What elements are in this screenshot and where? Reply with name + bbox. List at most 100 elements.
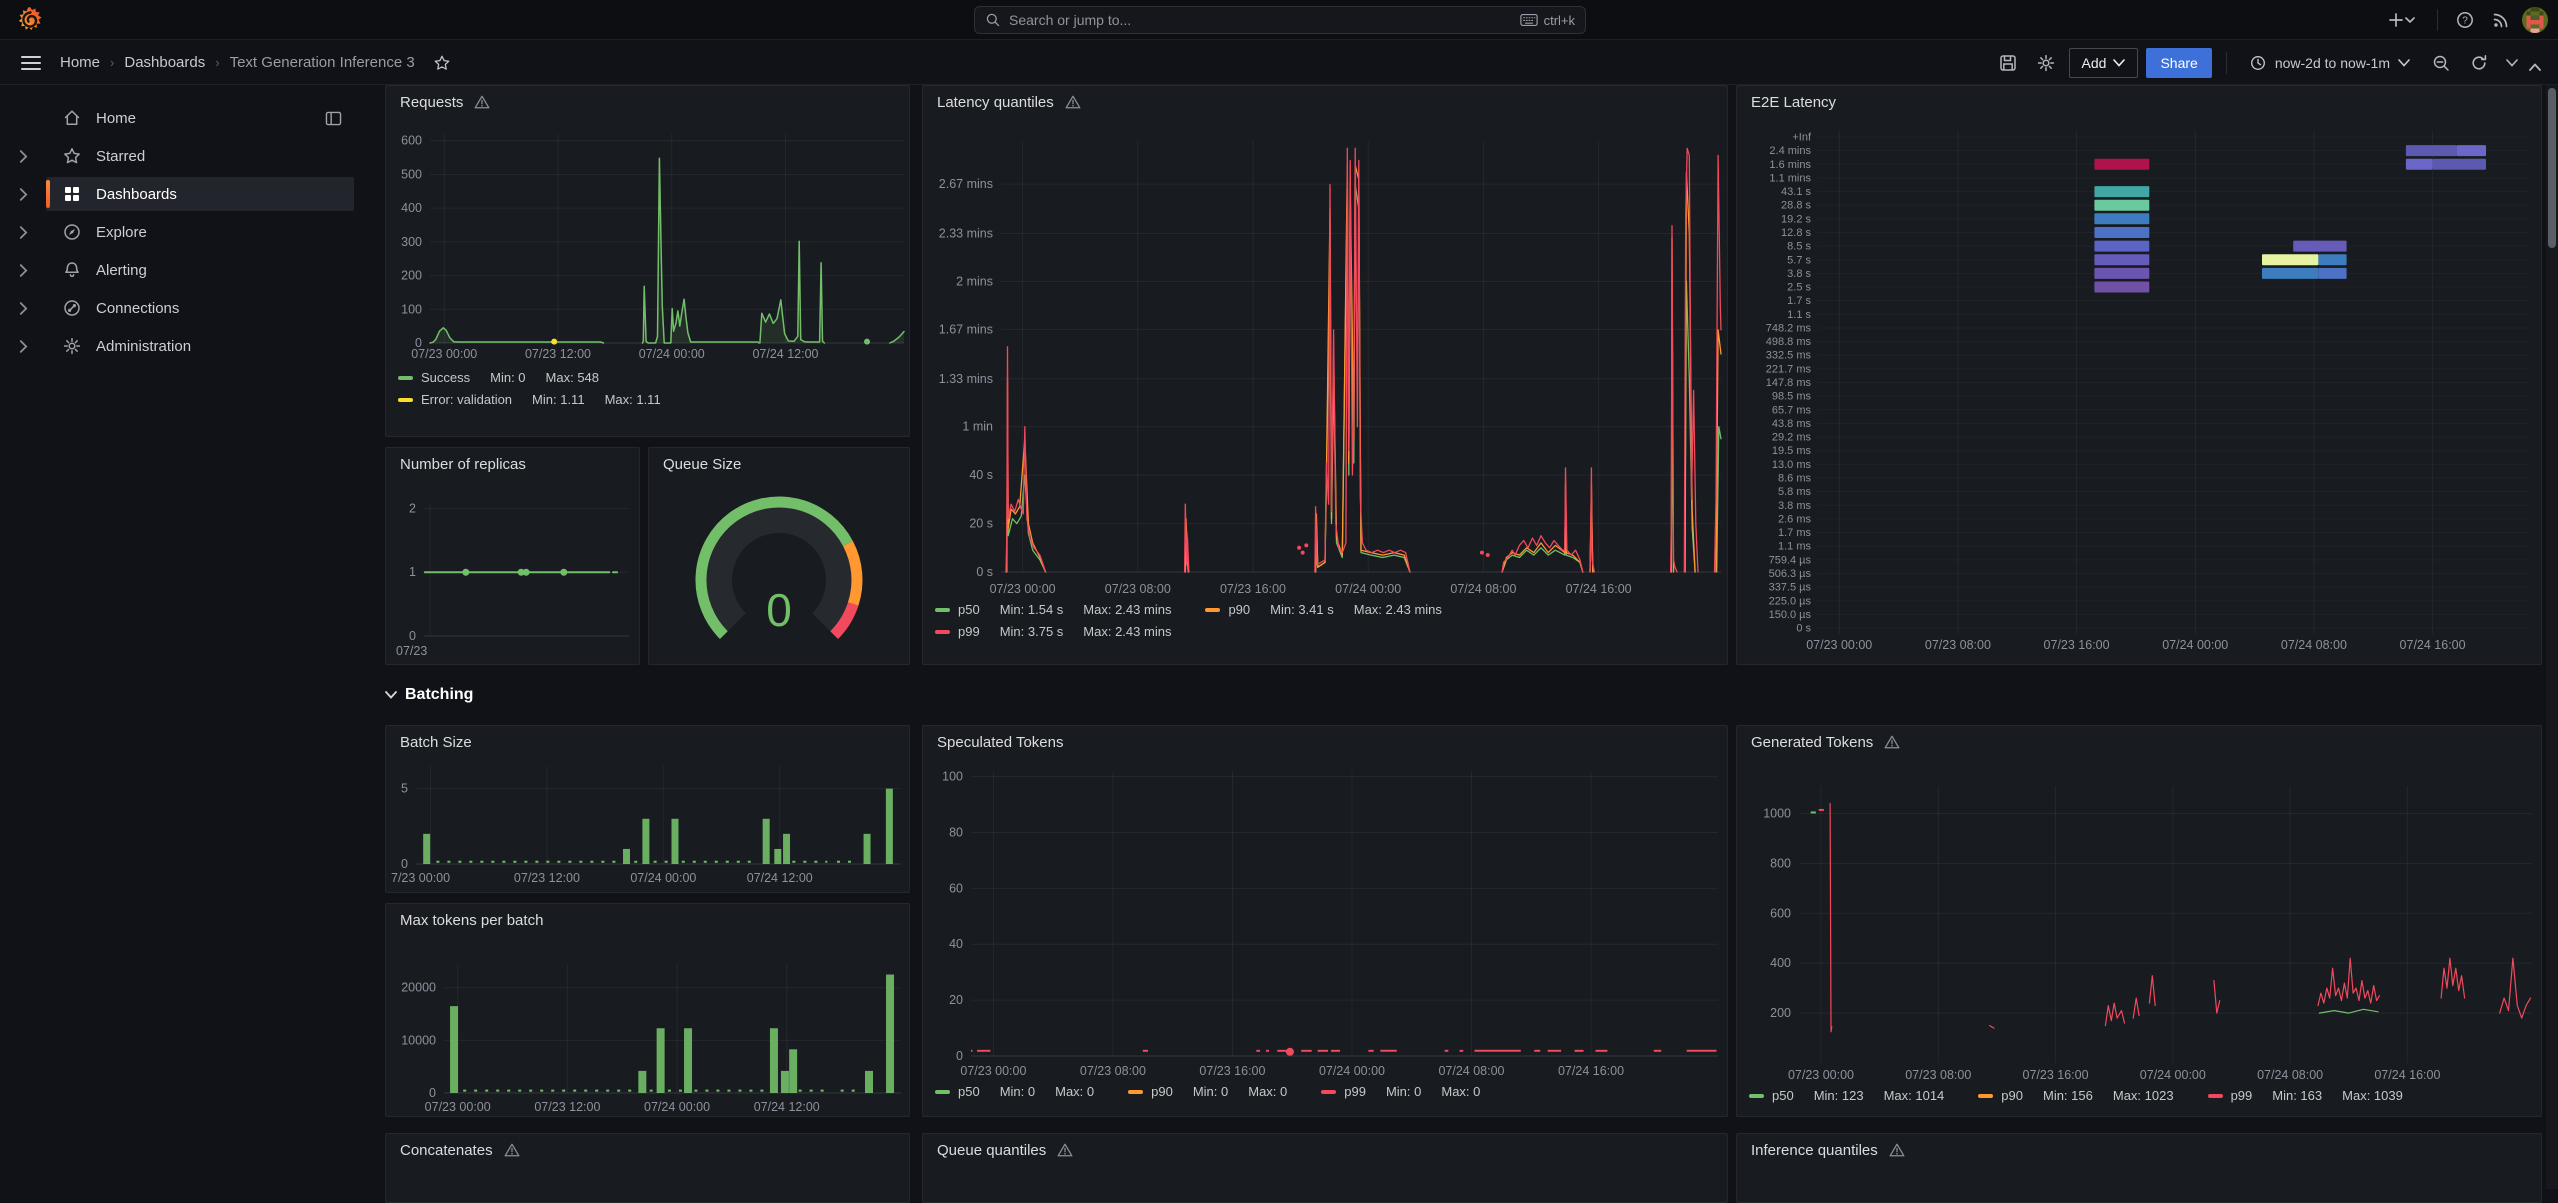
sidebar-expand-chevron[interactable]	[0, 301, 46, 315]
help-icon[interactable]: ?	[2450, 5, 2480, 35]
sidebar-item-home[interactable]: Home	[46, 101, 354, 135]
sidebar-expand-chevron[interactable]	[0, 187, 46, 201]
legend-item-p99[interactable]: p99 Min: 0 Max: 0	[1321, 1084, 1480, 1099]
sidebar-item-starred[interactable]: Starred	[46, 139, 354, 173]
svg-text:2: 2	[409, 501, 416, 515]
collapse-toolbar-caret[interactable]	[2520, 52, 2550, 82]
legend-item-p50[interactable]: p50 Min: 0 Max: 0	[935, 1084, 1094, 1099]
legend-stat: Min: 0	[999, 1084, 1036, 1099]
speculated-legend: p50 Min: 0 Max: 0 p90 Min: 0 Max: 0 p99 Min: 0 M…	[935, 1084, 1719, 1099]
breadcrumb-separator: ›	[215, 55, 220, 70]
svg-text:07/23 12:00: 07/23 12:00	[525, 347, 591, 361]
sidebar-expand-chevron[interactable]	[0, 339, 46, 353]
save-dashboard-icon[interactable]	[1993, 48, 2023, 78]
panel-title-queue[interactable]: Queue Size	[649, 448, 909, 480]
e2e-heatmap[interactable]: 07/23 00:00 07/23 08:00 07/23 16:00 07/24 0…	[1737, 86, 2541, 664]
refresh-interval-dropdown[interactable]	[2502, 48, 2522, 78]
warning-icon[interactable]	[473, 93, 491, 111]
sidebar-expand-chevron[interactable]	[0, 225, 46, 239]
warning-icon[interactable]	[1064, 93, 1082, 111]
legend-series-name: p50	[958, 602, 980, 617]
svg-text:2.6 ms: 2.6 ms	[1778, 513, 1812, 525]
panel-title-infq[interactable]: Inference quantiles	[1737, 1134, 2541, 1166]
clock-icon	[2250, 55, 2265, 70]
svg-text:2.4 mins: 2.4 mins	[1769, 145, 1811, 157]
warning-icon[interactable]	[1888, 1141, 1906, 1159]
svg-text:2.5 s: 2.5 s	[1787, 282, 1811, 294]
svg-text:8.6 ms: 8.6 ms	[1778, 473, 1812, 485]
apps-icon	[62, 184, 82, 204]
breadcrumb-dashboards[interactable]: Dashboards	[124, 54, 205, 71]
svg-text:07/23 00:00: 07/23 00:00	[1788, 1068, 1854, 1082]
sidebar-row-dashboards: Dashboards	[0, 175, 368, 213]
svg-text:43.8 ms: 43.8 ms	[1772, 418, 1812, 430]
svg-text:13.0 ms: 13.0 ms	[1772, 459, 1812, 471]
legend-item-success[interactable]: Success Min: 0 Max: 548	[398, 370, 599, 385]
news-rss-icon[interactable]	[2486, 5, 2516, 35]
sidebar-item-administration[interactable]: Administration	[46, 329, 354, 363]
legend-item-error-validation[interactable]: Error: validation Min: 1.11 Max: 1.11	[398, 392, 661, 407]
panel-title-e2e[interactable]: E2E Latency	[1737, 86, 2541, 118]
panel-title-spec[interactable]: Speculated Tokens	[923, 726, 1727, 758]
section-batching[interactable]: Batching	[385, 678, 2542, 712]
panel-title-queueq[interactable]: Queue quantiles	[923, 1134, 1727, 1166]
legend-series-name: p50	[1772, 1088, 1794, 1103]
queue-gauge[interactable]: 0	[649, 448, 909, 664]
legend-item-p90[interactable]: p90 Min: 156 Max: 1023	[1978, 1088, 2174, 1103]
add-button[interactable]: Add	[2068, 47, 2139, 78]
legend-item-p99[interactable]: p99 Min: 163 Max: 1039	[2207, 1088, 2403, 1103]
heatmap-cell	[2094, 227, 2150, 238]
panel-title-requests[interactable]: Requests	[386, 86, 909, 118]
panel-title-concat[interactable]: Concatenates	[386, 1134, 909, 1166]
sidebar-expand-chevron[interactable]	[0, 149, 46, 163]
time-range-picker[interactable]: now-2d to now-1m	[2241, 48, 2418, 78]
svg-text:20 s: 20 s	[969, 517, 993, 531]
legend-item-p90[interactable]: p90 Min: 3.41 s Max: 2.43 mins	[1205, 602, 1442, 617]
warning-icon[interactable]	[1883, 733, 1901, 751]
svg-text:+Inf: +Inf	[1792, 132, 1812, 144]
legend-item-p50[interactable]: p50 Min: 1.54 s Max: 2.43 mins	[935, 602, 1171, 617]
bar	[774, 848, 782, 864]
scrollbar-thumb[interactable]	[2548, 88, 2556, 248]
svg-text:221.7 ms: 221.7 ms	[1766, 363, 1812, 375]
divider	[2437, 9, 2438, 31]
latency-chart[interactable]: 07/23 00:00 07/23 08:00 07/23 16:00 07/24 0…	[923, 86, 1727, 664]
legend-item-p99[interactable]: p99 Min: 3.75 s Max: 2.43 mins	[935, 624, 1171, 639]
search-input[interactable]	[1009, 12, 1512, 28]
grafana-logo[interactable]	[16, 6, 44, 34]
favorite-star-icon[interactable]	[427, 48, 457, 78]
warning-icon[interactable]	[503, 1141, 521, 1159]
sidebar-expand-chevron[interactable]	[0, 263, 46, 277]
sidebar-item-dashboards[interactable]: Dashboards	[46, 177, 354, 211]
zoom-out-icon[interactable]	[2426, 48, 2456, 78]
scrollbar[interactable]	[2546, 85, 2558, 1189]
chevron-down-icon	[2398, 58, 2410, 67]
global-search[interactable]: ctrl+k	[974, 6, 1586, 34]
generated-tokens-chart[interactable]: 07/23 00:00 07/23 08:00 07/23 16:00 07/24 0…	[1737, 726, 2541, 1116]
sidebar-item-explore[interactable]: Explore	[46, 215, 354, 249]
panel-title-latency[interactable]: Latency quantiles	[923, 86, 1727, 118]
mega-menu-toggle[interactable]	[16, 48, 46, 78]
replicas-chart[interactable]: 07/23 0 1 2	[386, 448, 639, 664]
panel-title-maxtok[interactable]: Max tokens per batch	[386, 904, 909, 936]
warning-icon[interactable]	[1056, 1141, 1074, 1159]
legend-item-p90[interactable]: p90 Min: 0 Max: 0	[1128, 1084, 1287, 1099]
new-button[interactable]	[2381, 5, 2425, 35]
panel-title-gen[interactable]: Generated Tokens	[1737, 726, 2541, 758]
dashboard-settings-icon[interactable]	[2031, 48, 2061, 78]
svg-text:0: 0	[401, 857, 408, 871]
svg-text:60: 60	[949, 881, 963, 895]
panel-queue-quantiles: Queue quantiles	[922, 1133, 1728, 1203]
legend-item-p50[interactable]: p50 Min: 123 Max: 1014	[1749, 1088, 1944, 1103]
refresh-icon[interactable]	[2464, 48, 2494, 78]
dock-menu-icon[interactable]	[325, 111, 342, 126]
panel-title-replicas[interactable]: Number of replicas	[386, 448, 639, 480]
breadcrumb-home[interactable]: Home	[60, 54, 100, 71]
sidebar-item-alerting[interactable]: Alerting	[46, 253, 354, 287]
speculated-tokens-chart[interactable]: 07/23 00:00 07/23 08:00 07/23 16:00 07/24 0…	[923, 726, 1727, 1116]
user-avatar[interactable]	[2522, 7, 2548, 33]
share-button[interactable]: Share	[2146, 47, 2212, 78]
svg-text:1.6 mins: 1.6 mins	[1769, 159, 1811, 171]
panel-title-batch[interactable]: Batch Size	[386, 726, 909, 758]
sidebar-item-connections[interactable]: Connections	[46, 291, 354, 325]
